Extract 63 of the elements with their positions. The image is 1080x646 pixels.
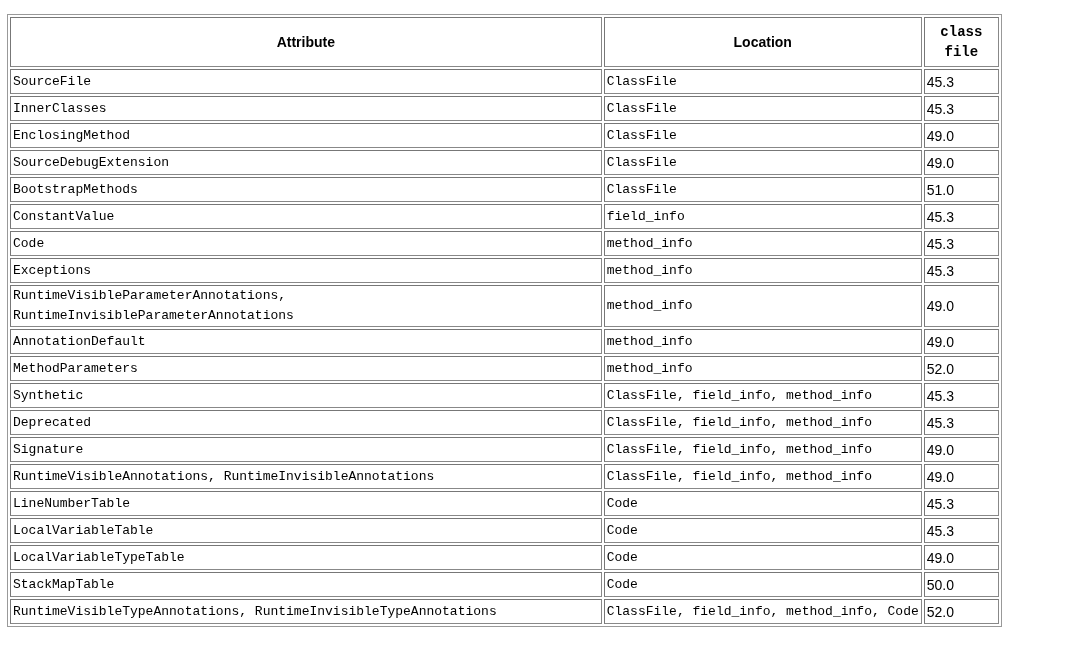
table-cell: ClassFile	[603, 69, 922, 94]
table-cell: SourceDebugExtension	[10, 150, 602, 175]
table-cell: 49.0	[923, 329, 999, 354]
table-cell: RuntimeVisibleTypeAnnotations, RuntimeInvisibleTypeAnnotations	[10, 599, 602, 624]
table-cell: 52.0	[923, 356, 999, 381]
table-cell: method_info	[603, 231, 922, 256]
table-cell: field_info	[603, 204, 922, 229]
table-cell: RuntimeVisibleParameterAnnotations, RuntimeInvisibleParameterAnnotations	[10, 285, 602, 327]
table-cell: Exceptions	[10, 258, 602, 283]
table-cell: RuntimeVisibleAnnotations, RuntimeInvisibleAnnotations	[10, 464, 602, 489]
table-cell: 52.0	[923, 599, 999, 624]
table-cell: 45.3	[923, 231, 999, 256]
table-cell: Signature	[10, 437, 602, 462]
table-cell: Code	[603, 545, 922, 570]
table-cell: 51.0	[923, 177, 999, 202]
table-cell: SourceFile	[10, 69, 602, 94]
table-cell: Synthetic	[10, 383, 602, 408]
table-cell: AnnotationDefault	[10, 329, 602, 354]
table-cell: 50.0	[923, 572, 999, 597]
table-cell: 45.3	[923, 383, 999, 408]
table-cell: LocalVariableTypeTable	[10, 545, 602, 570]
table-cell: 45.3	[923, 518, 999, 543]
table-cell: 49.0	[923, 464, 999, 489]
table-cell: method_info	[603, 258, 922, 283]
table-cell: 45.3	[923, 204, 999, 229]
table-cell: ClassFile, field_info, method_info	[603, 410, 922, 435]
table-cell: 49.0	[923, 545, 999, 570]
table-cell: 45.3	[923, 491, 999, 516]
table-cell: ClassFile	[603, 150, 922, 175]
table-cell: ClassFile, field_info, method_info, Code	[603, 599, 922, 624]
table-cell: BootstrapMethods	[10, 177, 602, 202]
table-cell: Code	[603, 572, 922, 597]
table-cell: ConstantValue	[10, 204, 602, 229]
table-cell: method_info	[603, 329, 922, 354]
table-cell: ClassFile, field_info, method_info	[603, 383, 922, 408]
column-header: Location	[603, 17, 922, 67]
table-cell: 45.3	[923, 410, 999, 435]
table-cell: ClassFile, field_info, method_info	[603, 464, 922, 489]
table-cell: 49.0	[923, 150, 999, 175]
table-cell: LineNumberTable	[10, 491, 602, 516]
table-cell: 49.0	[923, 123, 999, 148]
column-header: Attribute	[10, 17, 602, 67]
table-cell: 45.3	[923, 96, 999, 121]
table-cell: Code	[10, 231, 602, 256]
table-cell: 49.0	[923, 285, 999, 327]
table-cell: 45.3	[923, 69, 999, 94]
table-cell: Deprecated	[10, 410, 602, 435]
table-cell: EnclosingMethod	[10, 123, 602, 148]
table-cell: 49.0	[923, 437, 999, 462]
table-cell: ClassFile	[603, 177, 922, 202]
column-header: class file	[923, 17, 999, 67]
table-cell: Code	[603, 518, 922, 543]
table-cell: ClassFile, field_info, method_info	[603, 437, 922, 462]
table-cell: 45.3	[923, 258, 999, 283]
table-cell: InnerClasses	[10, 96, 602, 121]
table-cell: Code	[603, 491, 922, 516]
table-cell: method_info	[603, 285, 922, 327]
table-cell: StackMapTable	[10, 572, 602, 597]
table-cell: method_info	[603, 356, 922, 381]
table-cell: ClassFile	[603, 96, 922, 121]
table-cell: LocalVariableTable	[10, 518, 602, 543]
table-cell: ClassFile	[603, 123, 922, 148]
table-cell: MethodParameters	[10, 356, 602, 381]
